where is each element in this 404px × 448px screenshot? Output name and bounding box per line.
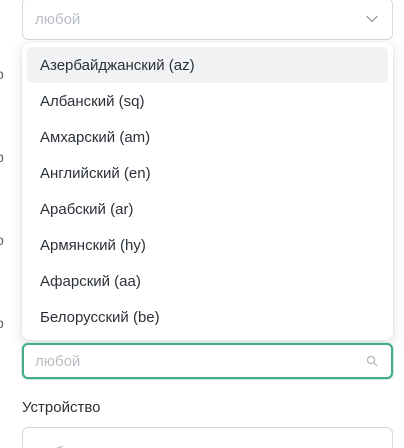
clipped-text: р xyxy=(0,66,4,82)
device-select-value: любое xyxy=(35,430,364,448)
device-select[interactable]: любое xyxy=(22,427,393,448)
device-label: Устройство xyxy=(22,399,101,416)
search-select[interactable]: любой xyxy=(22,343,393,379)
dropdown-option[interactable]: Албанский (sq) xyxy=(27,83,388,119)
dropdown-option[interactable]: Афарский (aa) xyxy=(27,263,388,299)
search-icon xyxy=(364,353,380,369)
dropdown-option[interactable]: Английский (en) xyxy=(27,155,388,191)
clipped-text: р xyxy=(0,315,4,331)
dropdown-option[interactable]: Амхарский (am) xyxy=(27,119,388,155)
dropdown-option[interactable]: Армянский (hy) xyxy=(27,227,388,263)
search-select-placeholder: любой xyxy=(35,352,81,370)
chevron-down-icon xyxy=(364,11,380,27)
chevron-down-icon xyxy=(364,444,380,448)
clipped-text: р xyxy=(0,149,4,165)
dropdown-option[interactable]: Белорусский (be) xyxy=(27,299,388,335)
dropdown-option[interactable]: Азербайджанский (az) xyxy=(27,47,388,83)
dropdown-option[interactable]: Арабский (ar) xyxy=(27,191,388,227)
language-select[interactable]: любой xyxy=(22,0,393,40)
clipped-text: р xyxy=(0,232,4,248)
language-dropdown: Азербайджанский (az) Албанский (sq) Амхарс… xyxy=(22,42,393,340)
language-select-value: любой xyxy=(35,10,81,28)
